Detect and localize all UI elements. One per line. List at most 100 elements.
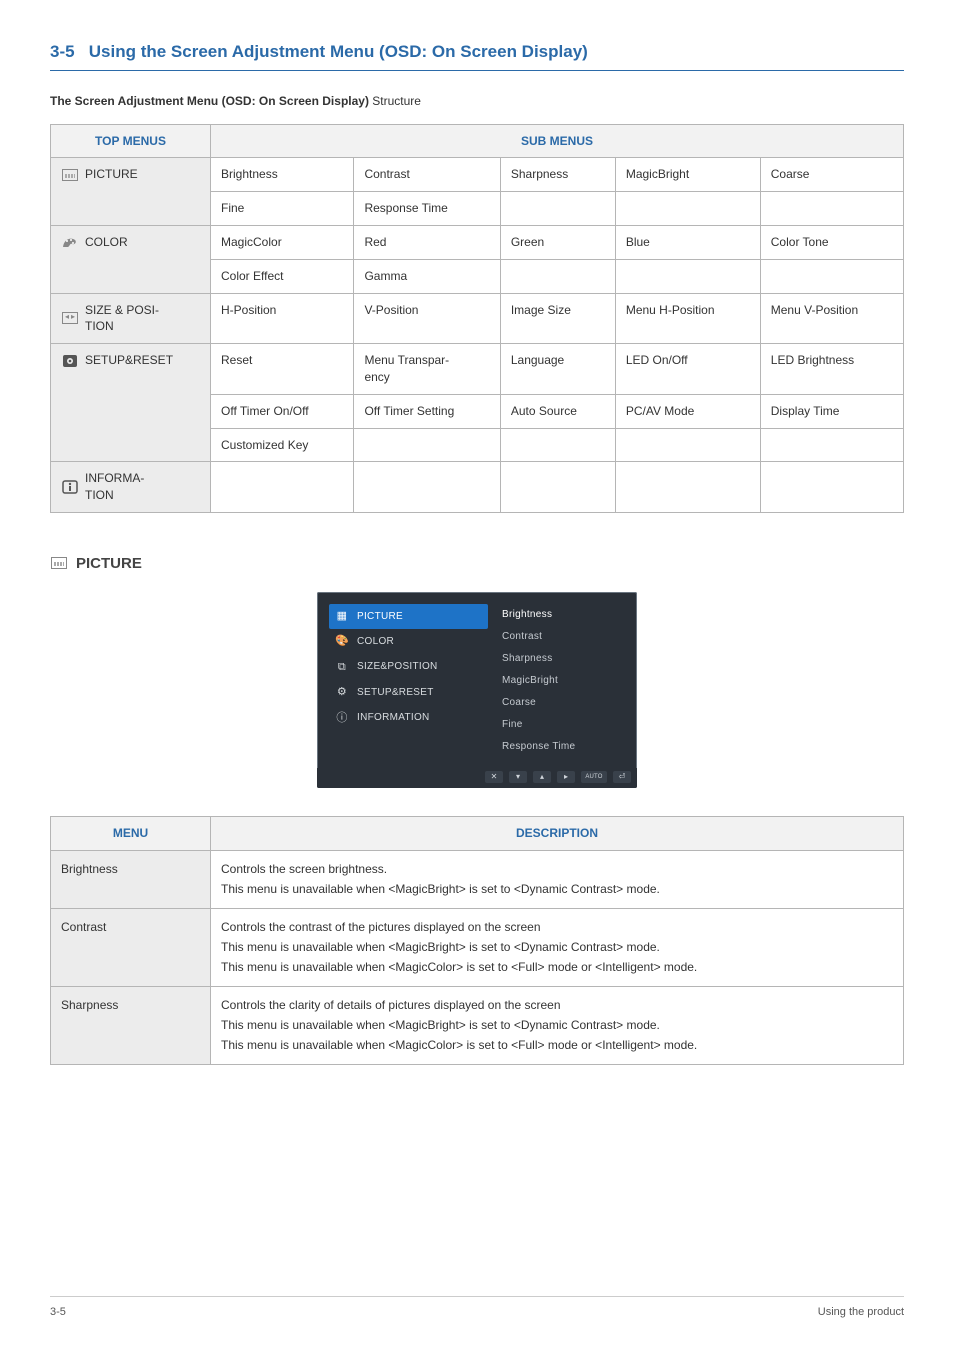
menu-icon <box>61 480 79 494</box>
osd-menu-icon: ⧉ <box>335 660 349 675</box>
submenu-cell: Auto Source <box>500 394 615 428</box>
submenu-cell <box>760 462 903 513</box>
osd-menu-label: PICTURE <box>357 610 403 624</box>
desc-menu-cell: Contrast <box>51 908 211 986</box>
submenu-cell: V-Position <box>354 293 500 344</box>
submenu-cell <box>760 428 903 462</box>
submenu-cell: Brightness <box>211 158 354 192</box>
submenu-cell <box>615 259 760 293</box>
section-number: 3-5 <box>50 42 75 61</box>
desc-text-cell: Controls the contrast of the pictures di… <box>211 908 904 986</box>
submenu-cell: Color Effect <box>211 259 354 293</box>
desc-header-desc: DESCRIPTION <box>211 816 904 850</box>
submenu-cell: Red <box>354 225 500 259</box>
submenu-cell <box>354 428 500 462</box>
submenu-cell <box>500 462 615 513</box>
footer-right: Using the product <box>818 1305 904 1320</box>
submenu-cell: LED Brightness <box>760 344 903 395</box>
osd-footer-key: AUTO <box>581 771 607 783</box>
menu-cell: PICTURE <box>51 158 211 226</box>
osd-menu-icon: 🎨 <box>335 634 349 649</box>
submenu-cell: MagicColor <box>211 225 354 259</box>
structure-header-top: TOP MENUS <box>51 124 211 158</box>
osd-menu-item: 🎨 COLOR <box>329 629 488 654</box>
osd-submenu-item: Sharpness <box>502 648 627 670</box>
osd-submenu-item: Brightness <box>502 604 627 626</box>
submenu-cell: Coarse <box>760 158 903 192</box>
osd-footer-key: ▸ <box>557 771 575 783</box>
section-title: 3-5 Using the Screen Adjustment Menu (OS… <box>50 40 904 71</box>
submenu-cell <box>760 259 903 293</box>
menu-cell: SIZE & POSI-TION <box>51 293 211 344</box>
osd-footer-key: ▾ <box>509 771 527 783</box>
submenu-cell: Fine <box>211 192 354 226</box>
osd-right-panel: BrightnessContrastSharpnessMagicBrightCo… <box>492 598 627 764</box>
osd-footer-key: ⏎ <box>613 771 631 783</box>
description-table: MENU DESCRIPTION BrightnessControls the … <box>50 816 904 1065</box>
osd-menu-item: ⚙ SETUP&RESET <box>329 680 488 705</box>
desc-text-cell: Controls the screen brightness.This menu… <box>211 850 904 908</box>
submenu-cell: Menu Transpar-ency <box>354 344 500 395</box>
menu-text: SETUP&RESET <box>85 352 173 369</box>
structure-table: TOP MENUS SUB MENUS PICTURE BrightnessCon… <box>50 124 904 513</box>
picture-subheading-text: PICTURE <box>76 553 142 574</box>
submenu-cell: MagicBright <box>615 158 760 192</box>
structure-header-sub: SUB MENUS <box>211 124 904 158</box>
osd-menu-label: INFORMATION <box>357 711 430 725</box>
submenu-cell: Off Timer Setting <box>354 394 500 428</box>
submenu-cell: Display Time <box>760 394 903 428</box>
submenu-cell: Gamma <box>354 259 500 293</box>
intro-bold: The Screen Adjustment Menu (OSD: On Scre… <box>50 94 369 108</box>
menu-text: PICTURE <box>85 166 138 183</box>
osd-menu-icon: ▦ <box>335 609 349 624</box>
osd-submenu-item: Coarse <box>502 692 627 714</box>
osd-menu-item: ⧉ SIZE&POSITION <box>329 655 488 680</box>
osd-footer-key: ▴ <box>533 771 551 783</box>
picture-icon <box>50 556 68 570</box>
submenu-cell: Color Tone <box>760 225 903 259</box>
submenu-cell: PC/AV Mode <box>615 394 760 428</box>
submenu-cell: H-Position <box>211 293 354 344</box>
submenu-cell <box>211 462 354 513</box>
submenu-cell <box>760 192 903 226</box>
osd-submenu-item: Fine <box>502 714 627 736</box>
submenu-cell: Off Timer On/Off <box>211 394 354 428</box>
submenu-cell: Image Size <box>500 293 615 344</box>
osd-menu-label: SIZE&POSITION <box>357 660 438 674</box>
osd-menu-icon: ⚙ <box>335 685 349 700</box>
submenu-cell: Blue <box>615 225 760 259</box>
intro-rest: Structure <box>369 94 421 108</box>
osd-footer: ✕▾▴▸AUTO⏎ <box>317 768 637 788</box>
menu-icon <box>61 168 79 182</box>
submenu-cell <box>354 462 500 513</box>
menu-cell: COLOR <box>51 225 211 293</box>
submenu-cell: Contrast <box>354 158 500 192</box>
desc-text-cell: Controls the clarity of details of pictu… <box>211 986 904 1064</box>
menu-text: SIZE & POSI-TION <box>85 302 159 336</box>
footer-left: 3-5 <box>50 1305 66 1320</box>
menu-cell: SETUP&RESET <box>51 344 211 462</box>
desc-menu-cell: Brightness <box>51 850 211 908</box>
menu-cell: INFORMA-TION <box>51 462 211 513</box>
submenu-cell: Menu H-Position <box>615 293 760 344</box>
submenu-cell <box>500 428 615 462</box>
submenu-cell: Customized Key <box>211 428 354 462</box>
osd-menu-label: SETUP&RESET <box>357 686 434 700</box>
menu-text: INFORMA-TION <box>85 470 144 504</box>
submenu-cell: Menu V-Position <box>760 293 903 344</box>
osd-screenshot: ▦ PICTURE 🎨 COLOR ⧉ SIZE&POSITION ⚙ SETUP&RESET… <box>317 592 637 788</box>
osd-submenu-item: Contrast <box>502 626 627 648</box>
submenu-cell: Language <box>500 344 615 395</box>
menu-text: COLOR <box>85 234 128 251</box>
osd-menu-label: COLOR <box>357 635 394 649</box>
submenu-cell: LED On/Off <box>615 344 760 395</box>
section-title-text: Using the Screen Adjustment Menu (OSD: O… <box>89 42 588 61</box>
picture-subheading: PICTURE <box>50 553 904 574</box>
osd-submenu-item: MagicBright <box>502 670 627 692</box>
osd-left-panel: ▦ PICTURE 🎨 COLOR ⧉ SIZE&POSITION ⚙ SETUP&RESET… <box>327 598 492 764</box>
submenu-cell <box>615 192 760 226</box>
submenu-cell: Reset <box>211 344 354 395</box>
submenu-cell <box>500 259 615 293</box>
page-footer: 3-5 Using the product <box>50 1296 904 1320</box>
osd-submenu-item: Response Time <box>502 736 627 758</box>
